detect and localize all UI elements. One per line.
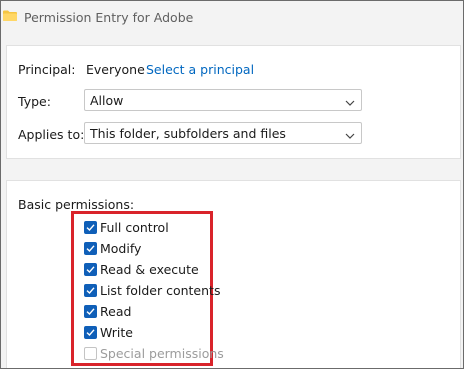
type-dropdown[interactable]: Allow bbox=[84, 89, 362, 111]
checkbox[interactable] bbox=[84, 283, 97, 297]
permission-special-permissions: Special permissions bbox=[84, 345, 224, 361]
permission-modify[interactable]: Modify bbox=[84, 240, 141, 256]
permission-label: Read bbox=[100, 303, 132, 319]
title-bar: Permission Entry for Adobe bbox=[1, 1, 463, 32]
principal-value: Everyone bbox=[86, 62, 145, 77]
chevron-down-icon bbox=[345, 96, 355, 106]
permission-list-folder-contents[interactable]: List folder contents bbox=[84, 282, 220, 298]
permission-read-execute[interactable]: Read & execute bbox=[84, 261, 199, 277]
permission-label: Read & execute bbox=[100, 261, 199, 277]
checkmark-icon bbox=[86, 265, 95, 273]
checkbox[interactable] bbox=[84, 241, 97, 255]
applies-to-label: Applies to: bbox=[18, 127, 85, 142]
type-selected-value: Allow bbox=[90, 93, 124, 108]
window-title: Permission Entry for Adobe bbox=[24, 10, 194, 25]
applies-to-selected-value: This folder, subfolders and files bbox=[90, 126, 286, 141]
checkbox bbox=[84, 346, 97, 360]
permission-entry-window: Permission Entry for Adobe Principal: Ev… bbox=[0, 0, 464, 369]
permission-label: List folder contents bbox=[100, 282, 221, 298]
checkmark-icon bbox=[86, 328, 95, 336]
checkbox[interactable] bbox=[84, 262, 97, 276]
permission-label: Full control bbox=[100, 219, 169, 235]
permission-write[interactable]: Write bbox=[84, 324, 133, 340]
permission-full-control[interactable]: Full control bbox=[84, 219, 169, 235]
principal-label: Principal: bbox=[18, 62, 76, 77]
checkmark-icon bbox=[86, 244, 95, 252]
checkmark-icon bbox=[86, 286, 95, 294]
checkbox[interactable] bbox=[84, 220, 97, 234]
checkmark-icon bbox=[86, 307, 95, 315]
type-label: Type: bbox=[18, 94, 51, 109]
permission-read[interactable]: Read bbox=[84, 303, 131, 319]
permission-label: Modify bbox=[100, 240, 142, 256]
applies-to-dropdown[interactable]: This folder, subfolders and files bbox=[84, 122, 362, 144]
permission-label: Special permissions bbox=[100, 345, 224, 361]
principal-panel: Principal: Everyone Select a principal T… bbox=[6, 45, 461, 159]
checkmark-icon bbox=[86, 223, 95, 231]
chevron-down-icon bbox=[345, 129, 355, 139]
permission-label: Write bbox=[100, 324, 134, 340]
checkbox[interactable] bbox=[84, 304, 97, 318]
checkbox[interactable] bbox=[84, 325, 97, 339]
basic-permissions-heading: Basic permissions: bbox=[18, 197, 135, 212]
basic-permissions-panel: Basic permissions: Full control Modify Rea… bbox=[6, 180, 461, 368]
folder-icon bbox=[3, 10, 17, 21]
select-principal-link[interactable]: Select a principal bbox=[146, 62, 254, 77]
